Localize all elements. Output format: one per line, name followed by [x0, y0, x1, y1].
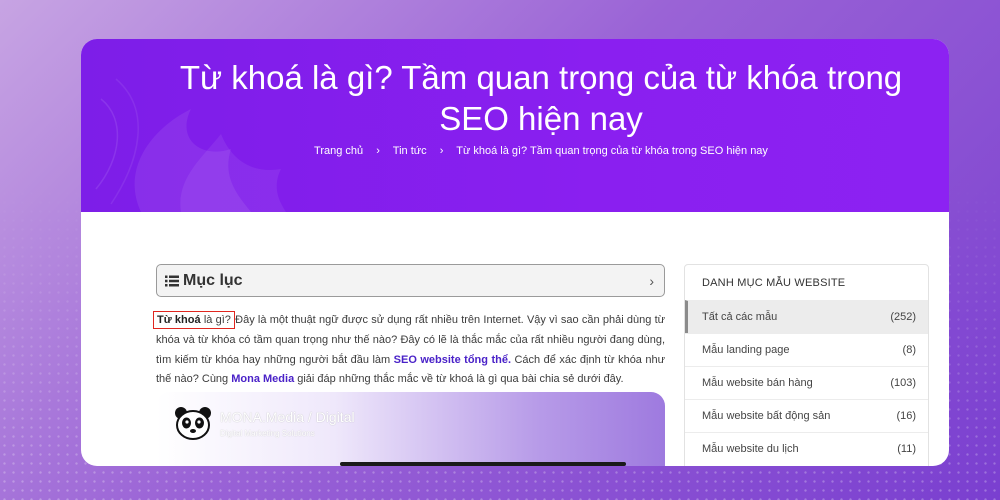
category-all-templates[interactable]: Tất cả các mẫu (252): [685, 300, 928, 333]
keyword-term: Từ khoá: [157, 314, 201, 326]
category-label: Mẫu landing page: [702, 344, 790, 356]
sidebar-title: DANH MỤC MẪU WEBSITE: [702, 276, 846, 289]
category-label: Tất cả các mẫu: [702, 311, 778, 323]
category-label: Mẫu website bán hàng: [702, 377, 813, 389]
table-of-contents-toggle[interactable]: Mục lục ›: [156, 264, 665, 297]
video-banner[interactable]: MONA.Media / Digital Digital Marketing S…: [156, 392, 665, 466]
breadcrumb-home-link[interactable]: Trang chủ: [314, 145, 363, 157]
hero-banner: Từ khoá là gì? Tầm quan trọng của từ khó…: [81, 39, 949, 212]
category-landing-page[interactable]: Mẫu landing page (8): [685, 333, 928, 366]
brand-name: MONA.Media / Digital: [220, 409, 355, 425]
category-travel[interactable]: Mẫu website du lịch (11): [685, 432, 928, 465]
category-label: Mẫu website bất động sản: [702, 410, 831, 422]
breadcrumb-news-link[interactable]: Tin tức: [393, 145, 427, 157]
page-title-line-2: SEO hiện nay: [439, 100, 643, 137]
category-ecommerce[interactable]: Mẫu website bán hàng (103): [685, 366, 928, 399]
toc-label: Mục lục: [183, 271, 243, 289]
article-intro: Từ khoá là gì? Đây là một thuật ngữ được…: [153, 311, 665, 390]
website-template-categories: DANH MỤC MẪU WEBSITE Tất cả các mẫu (252…: [684, 264, 929, 466]
category-count: (11): [897, 443, 916, 455]
seo-website-link[interactable]: SEO website tổng thể.: [394, 354, 511, 366]
category-count: (8): [902, 344, 916, 356]
page-title-line-1: Từ khoá là gì? Tầm quan trọng của từ khó…: [179, 59, 903, 96]
list-icon: [165, 275, 179, 286]
category-count: (103): [890, 377, 916, 389]
chevron-right-icon: ›: [439, 145, 444, 157]
category-real-estate[interactable]: Mẫu website bất động sản (16): [685, 399, 928, 432]
category-count: (252): [890, 311, 916, 323]
content-card: Từ khoá là gì? Tầm quan trọng của từ khó…: [81, 39, 949, 466]
article-text: giải đáp những thắc mắc về từ khoá là gì…: [294, 373, 624, 386]
breadcrumb: Trang chủ › Tin tức › Từ khoá là gì? Tầm…: [141, 145, 941, 157]
mona-media-link[interactable]: Mona Media: [231, 373, 294, 385]
breadcrumb-current: Từ khoá là gì? Tầm quan trọng của từ khó…: [456, 145, 768, 157]
page-title: Từ khoá là gì? Tầm quan trọng của từ khó…: [141, 57, 941, 139]
panda-icon: [175, 407, 211, 440]
category-count: (16): [896, 410, 916, 422]
chevron-right-icon: ›: [376, 145, 380, 157]
chevron-right-icon[interactable]: ›: [649, 273, 654, 289]
category-label: Mẫu website du lịch: [702, 443, 799, 455]
video-progress-bar[interactable]: [340, 462, 626, 466]
keyword-highlight: Từ khoá là gì?: [153, 311, 235, 329]
brand-tagline: Digital Marketing Solutions: [220, 429, 315, 438]
keyword-question: là gì?: [200, 314, 231, 326]
